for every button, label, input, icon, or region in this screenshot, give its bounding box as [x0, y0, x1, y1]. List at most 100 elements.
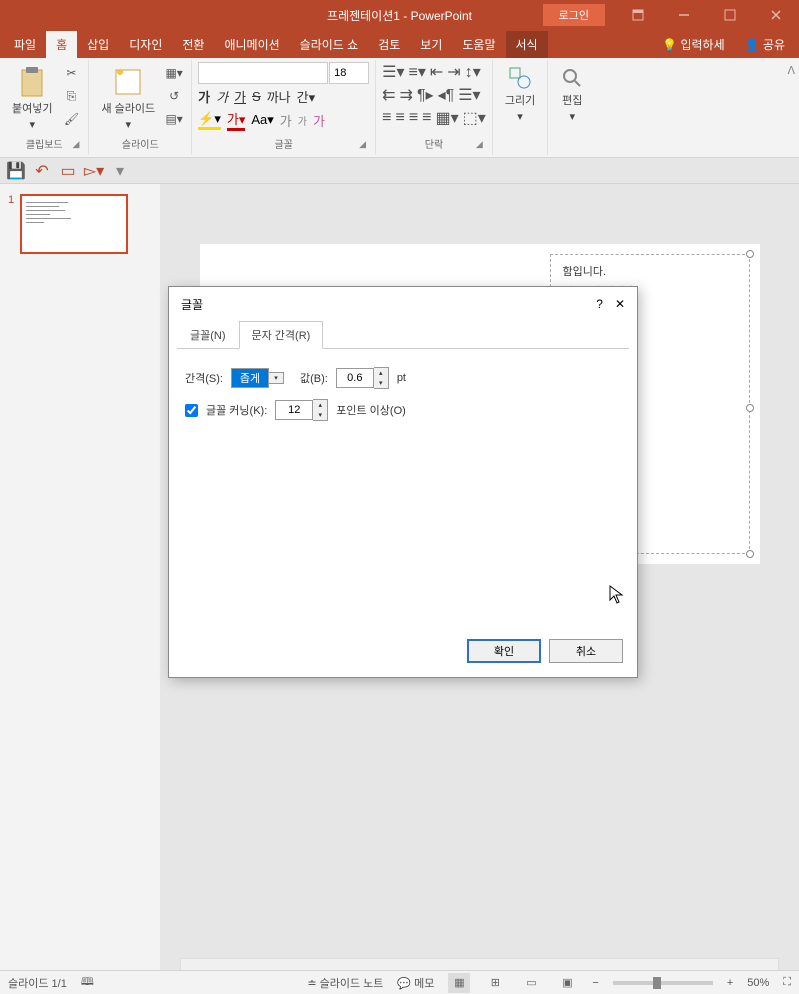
spin-up-icon[interactable]: ▴	[313, 400, 327, 410]
ltr-button[interactable]: ¶▸	[417, 85, 434, 105]
tab-font[interactable]: 글꼴(N)	[177, 321, 239, 349]
kerning-spinner[interactable]: ▴▾	[275, 399, 328, 421]
drawing-button[interactable]: 그리기 ▾	[499, 62, 541, 127]
clipboard-launcher[interactable]: ◢	[72, 139, 86, 153]
underline-button[interactable]: 가	[234, 87, 246, 106]
slide-indicator[interactable]: 슬라이드 1/1	[8, 975, 67, 991]
redo-button[interactable]: ▭	[58, 161, 78, 181]
clear-format-button[interactable]: 가	[313, 111, 325, 130]
cancel-button[interactable]: 취소	[549, 639, 623, 663]
font-selector[interactable]	[198, 62, 328, 84]
editing-button[interactable]: 편집 ▾	[554, 62, 590, 127]
resize-handle[interactable]	[746, 404, 754, 412]
indent-inc-button[interactable]: ⇥	[447, 62, 460, 82]
zoom-level[interactable]: 50%	[747, 977, 769, 989]
paragraph-launcher[interactable]: ◢	[476, 139, 490, 153]
font-launcher[interactable]: ◢	[359, 139, 373, 153]
align-right-button[interactable]: ≡	[409, 109, 418, 127]
columns-button[interactable]: ▦▾	[436, 108, 459, 128]
font-size-selector[interactable]	[329, 62, 369, 84]
menu-animation[interactable]: 애니메이션	[214, 31, 289, 58]
spacing-select[interactable]: ▾	[231, 368, 284, 388]
dialog-help-button[interactable]: ?	[596, 297, 603, 311]
menu-slideshow[interactable]: 슬라이드 쇼	[290, 31, 369, 58]
menu-view[interactable]: 보기	[410, 31, 452, 58]
ribbon-display-button[interactable]	[615, 0, 661, 30]
highlight-button[interactable]: ⚡▾	[198, 111, 221, 130]
login-button[interactable]: 로그인	[543, 4, 605, 26]
numbering-button[interactable]: ≡▾	[409, 62, 426, 82]
spin-down-icon[interactable]: ▾	[313, 410, 327, 420]
layout-button[interactable]: ▦▾	[163, 62, 185, 84]
bullets-button[interactable]: ☰▾	[382, 62, 404, 82]
font-color-button[interactable]: 가▾	[227, 109, 246, 131]
language-indicator[interactable]: 🕮	[81, 973, 94, 992]
italic-button[interactable]: 가	[216, 87, 228, 106]
menu-transition[interactable]: 전환	[172, 31, 214, 58]
menu-design[interactable]: 디자인	[119, 31, 172, 58]
shadow-button[interactable]: 까나	[267, 87, 291, 106]
new-slide-button[interactable]: 새 슬라이드 ▾	[95, 62, 161, 135]
zoom-in-button[interactable]: +	[727, 977, 733, 989]
sorter-view-button[interactable]: ⊞	[484, 973, 506, 993]
zoom-out-button[interactable]: −	[592, 977, 598, 989]
kerning-checkbox[interactable]	[185, 404, 198, 417]
by-spinner[interactable]: ▴▾	[336, 367, 389, 389]
notes-button[interactable]: ≐ 슬라이드 노트	[307, 975, 383, 991]
menu-insert[interactable]: 삽입	[77, 31, 119, 58]
resize-handle[interactable]	[746, 550, 754, 558]
tab-char-spacing[interactable]: 문자 간격(R)	[239, 321, 324, 349]
reset-button[interactable]: ↺	[163, 85, 185, 107]
inc-list-button[interactable]: ⇉	[400, 85, 413, 105]
grow-font-button[interactable]: 가	[280, 111, 292, 130]
text-dir-button[interactable]: ☰▾	[458, 85, 480, 105]
ok-button[interactable]: 확인	[467, 639, 541, 663]
resize-handle[interactable]	[746, 250, 754, 258]
cut-button[interactable]: ✂	[60, 62, 82, 84]
menu-help[interactable]: 도움말	[452, 31, 505, 58]
spin-up-icon[interactable]: ▴	[374, 368, 388, 378]
fit-button[interactable]: ⛶	[783, 976, 791, 989]
collapse-ribbon-button[interactable]: ᐱ	[783, 60, 799, 155]
align-left-button[interactable]: ≡	[382, 109, 391, 127]
paste-button[interactable]: 붙여넣기 ▾	[6, 62, 58, 135]
format-painter-button[interactable]: 🖌	[60, 108, 82, 130]
slide-panel[interactable]: 1 ▬▬▬▬▬▬▬▬▬▬▬▬▬▬▬▬▬▬▬▬▬▬▬▬▬▬▬▬▬▬▬▬▬▬▬▬▬▬…	[0, 184, 160, 970]
zoom-slider[interactable]	[613, 981, 713, 985]
menu-review[interactable]: 검토	[368, 31, 410, 58]
change-case-button[interactable]: Aa▾	[251, 112, 273, 128]
reading-view-button[interactable]: ▭	[520, 973, 542, 993]
strike-button[interactable]: S	[252, 89, 261, 104]
spacing-value[interactable]	[231, 368, 269, 388]
shrink-font-button[interactable]: 가	[298, 113, 307, 128]
indent-dec-button[interactable]: ⇤	[430, 62, 443, 82]
spacing-button[interactable]: 간▾	[297, 87, 316, 106]
section-button[interactable]: ▤▾	[163, 108, 185, 130]
dialog-titlebar[interactable]: 글꼴 ? ✕	[169, 287, 637, 321]
line-spacing-button[interactable]: ↕▾	[465, 62, 481, 82]
by-value[interactable]	[336, 368, 374, 388]
menu-home[interactable]: 홈	[46, 31, 77, 58]
tell-me[interactable]: 💡 입력하세	[652, 31, 734, 58]
menu-format[interactable]: 서식	[506, 31, 548, 58]
qat-customize[interactable]: ▾	[110, 161, 130, 181]
justify-button[interactable]: ≡	[422, 109, 431, 127]
menu-file[interactable]: 파일	[4, 31, 46, 58]
undo-button[interactable]: ↶	[32, 161, 52, 181]
save-button[interactable]: 💾	[6, 161, 26, 181]
dialog-close-button[interactable]: ✕	[615, 297, 625, 311]
close-button[interactable]	[753, 0, 799, 30]
bold-button[interactable]: 가	[198, 87, 210, 106]
smartart-button[interactable]: ⬚▾	[463, 108, 486, 128]
rtl-button[interactable]: ◂¶	[438, 85, 455, 105]
start-slideshow-button[interactable]: ▻▾	[84, 161, 104, 181]
slideshow-view-button[interactable]: ▣	[556, 973, 578, 993]
minimize-button[interactable]	[661, 0, 707, 30]
kerning-value[interactable]	[275, 400, 313, 420]
share-button[interactable]: 👤 공유	[735, 31, 795, 58]
dropdown-icon[interactable]: ▾	[269, 373, 283, 383]
maximize-button[interactable]	[707, 0, 753, 30]
spin-down-icon[interactable]: ▾	[374, 378, 388, 388]
comments-button[interactable]: 💬 메모	[397, 975, 434, 991]
dec-list-button[interactable]: ⇇	[382, 85, 395, 105]
